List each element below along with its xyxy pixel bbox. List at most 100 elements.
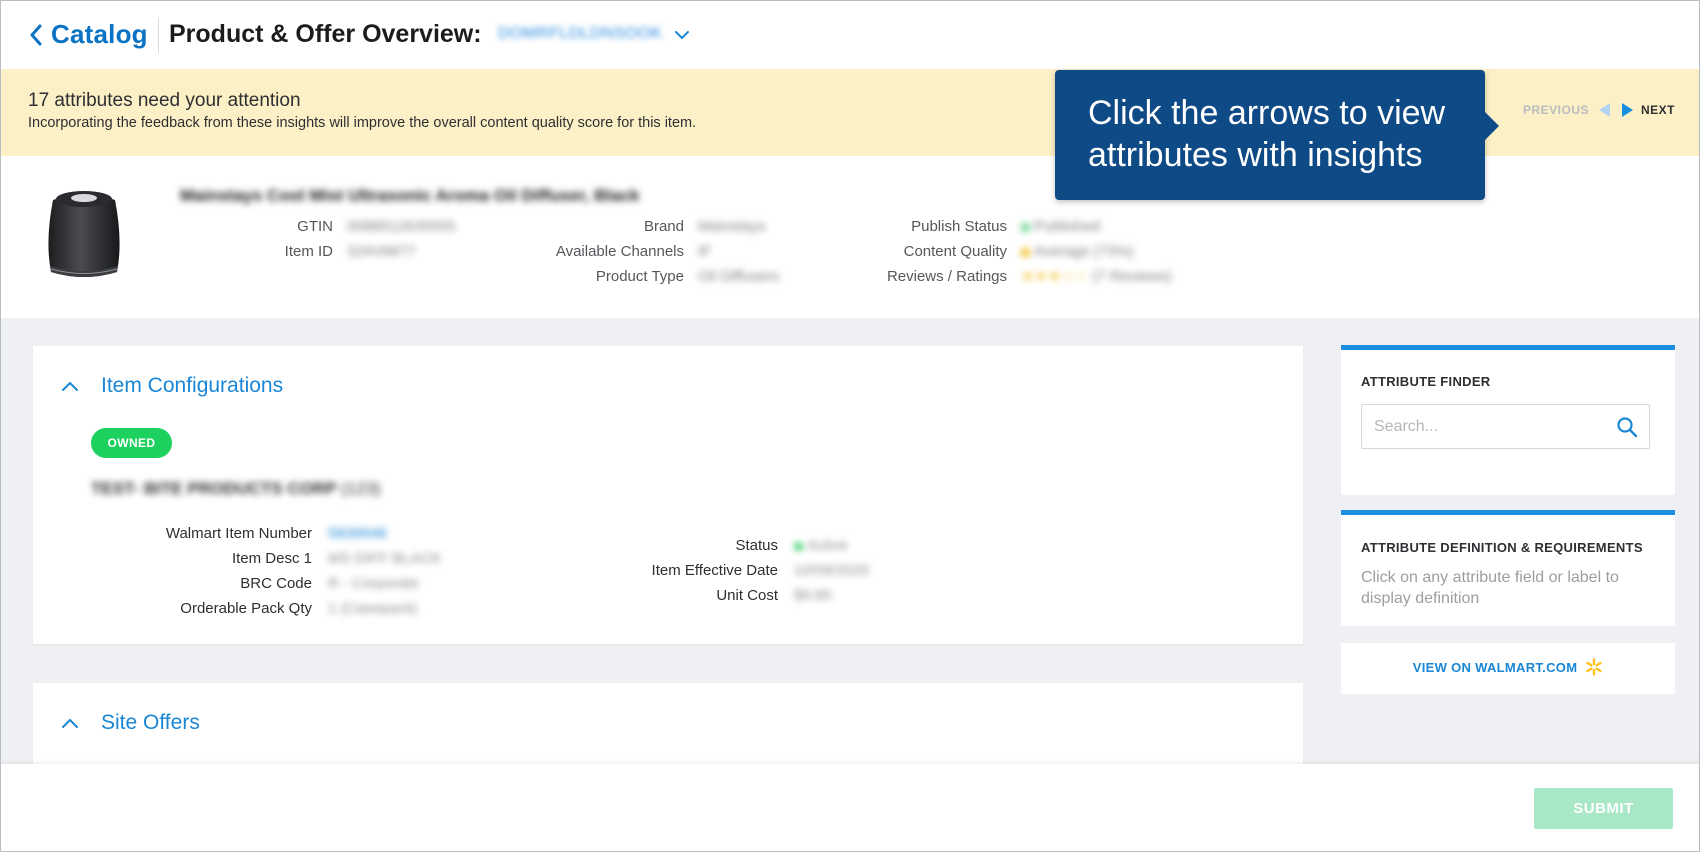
- chevron-left-icon: [30, 24, 42, 45]
- config-fields-left: Walmart Item Number 5839948 Item Desc 1 MS…: [93, 521, 442, 621]
- back-label: Catalog: [51, 19, 148, 49]
- effective-date-value: 10/09/2020: [794, 562, 870, 579]
- field-row: Orderable Pack Qty 1 (Casepack): [93, 596, 441, 621]
- next-label[interactable]: NEXT: [1641, 103, 1675, 117]
- field-row: Available Channels IF: [549, 239, 779, 264]
- product-image: [48, 191, 120, 277]
- active-dot-icon: [794, 541, 803, 551]
- brand-value: Mainstays: [698, 218, 766, 235]
- insights-subtitle: Incorporating the feedback from these in…: [28, 115, 697, 131]
- product-name: Mainstays Cool Mist Ultrasonic Aroma Oil…: [180, 186, 640, 205]
- search-icon[interactable]: [1616, 416, 1638, 438]
- field-row: GTIN 0088912635555: [251, 214, 455, 239]
- quality-dot-icon: [1021, 247, 1030, 257]
- publish-status-label: Publish Status: [911, 218, 1007, 235]
- status-dot-icon: [1021, 222, 1030, 232]
- field-row: Reviews / Ratings ★★★☆☆ (7 Reviews): [871, 264, 1172, 289]
- page-footer: SUBMIT: [1, 764, 1699, 851]
- chevron-up-icon: [62, 381, 78, 391]
- field-row: Product Type Oil Diffusers: [549, 264, 780, 289]
- channels-value: IF: [698, 243, 712, 260]
- walmart-item-number-label: Walmart Item Number: [165, 525, 312, 542]
- product-fields-col2: Brand Mainstays Available Channels IF Pr…: [549, 214, 780, 289]
- item-desc-label: Item Desc 1: [231, 550, 312, 567]
- content-quality-label: Content Quality: [903, 243, 1007, 260]
- owned-badge: OWNED: [91, 428, 172, 458]
- brc-code-label: BRC Code: [240, 575, 312, 592]
- walmart-item-number-link[interactable]: 5839948: [328, 521, 386, 546]
- unit-cost-label: Unit Cost: [716, 587, 778, 604]
- search-placeholder: Search...: [1374, 418, 1439, 435]
- item-configurations-title: Item Configurations: [101, 374, 284, 397]
- publish-status-text: Published: [1034, 218, 1100, 235]
- item-id-value: 324V6877: [347, 243, 416, 260]
- orderable-pack-label: Orderable Pack Qty: [180, 600, 312, 617]
- field-row: Unit Cost $9.85: [593, 583, 869, 608]
- field-row: Item Effective Date 10/09/2020: [593, 558, 870, 583]
- site-offers-title: Site Offers: [101, 711, 200, 734]
- field-row: Walmart Item Number 5839948: [93, 521, 441, 546]
- status-label: Status: [735, 537, 778, 554]
- item-selector-value[interactable]: DOMRFLDLDNSOOK: [498, 25, 662, 43]
- field-row: BRC Code R - Corporate: [93, 571, 441, 596]
- field-row: Status Active: [593, 533, 869, 558]
- channels-label: Available Channels: [555, 243, 684, 260]
- attribute-definition-panel: ATTRIBUTE DEFINITION & REQUIREMENTS Clic…: [1341, 510, 1675, 626]
- walmart-spark-icon: [1586, 658, 1602, 676]
- product-fields-col3: Publish Status Published Content Quality…: [871, 214, 1172, 289]
- product-type-value: Oil Diffusers: [698, 268, 780, 285]
- supplier-name: TEST- BITE PRODUCTS CORP (123): [91, 479, 381, 499]
- view-on-walmart-link[interactable]: VIEW ON WALMART.COM: [1341, 658, 1675, 676]
- reviews-ratings-value: ★★★☆☆ (7 Reviews): [1021, 264, 1172, 289]
- insight-navigation: PREVIOUS NEXT: [1523, 103, 1675, 117]
- supplier-id: (123): [341, 479, 381, 498]
- submit-button[interactable]: SUBMIT: [1534, 788, 1673, 829]
- reviews-count: (7 Reviews): [1092, 268, 1172, 285]
- previous-label[interactable]: PREVIOUS: [1523, 103, 1589, 117]
- status-text: Active: [807, 537, 848, 554]
- status-value: Active: [794, 533, 848, 558]
- gtin-value: 0088912635555: [347, 218, 456, 235]
- field-row: Brand Mainstays: [549, 214, 779, 239]
- product-fields-col1: GTIN 0088912635555 Item ID 324V6877: [251, 214, 456, 264]
- gtin-label: GTIN: [297, 218, 333, 235]
- attribute-definition-description: Click on any attribute field or label to…: [1361, 569, 1619, 607]
- tooltip-line-1: Click the arrows to view: [1088, 94, 1446, 132]
- attribute-definition-title: ATTRIBUTE DEFINITION & REQUIREMENTS: [1361, 540, 1643, 555]
- field-row: Publish Status Published: [871, 214, 1172, 239]
- field-row: Item Desc 1 MS DIFF BLACK: [93, 546, 441, 571]
- site-offers-toggle[interactable]: Site Offers: [61, 711, 200, 735]
- onboarding-tooltip: Click the arrows to view attributes with…: [1055, 70, 1499, 200]
- config-fields-right: Status Active Item Effective Date 10/09/20…: [593, 533, 870, 608]
- orderable-pack-value: 1 (Casepack): [328, 600, 418, 617]
- reviews-ratings-label: Reviews / Ratings: [886, 268, 1007, 285]
- item-configurations-toggle[interactable]: Item Configurations: [61, 374, 283, 398]
- tooltip-line-2: attributes with insights: [1088, 136, 1423, 174]
- chevron-up-icon: [62, 718, 78, 728]
- brc-code-value: R - Corporate: [328, 575, 419, 592]
- brand-label: Brand: [643, 218, 684, 235]
- attribute-search-input[interactable]: Search...: [1361, 404, 1650, 449]
- page-title: Product & Offer Overview:: [169, 20, 482, 48]
- attribute-finder-panel: ATTRIBUTE FINDER Search...: [1341, 345, 1675, 495]
- effective-date-label: Item Effective Date: [651, 562, 778, 579]
- view-on-walmart-label: VIEW ON WALMART.COM: [1412, 660, 1578, 675]
- star-rating-icon: ★★★☆☆: [1021, 268, 1089, 285]
- content-quality-value: Average (73%): [1021, 239, 1134, 264]
- unit-cost-value: $9.85: [794, 587, 832, 604]
- supplier-name-text: TEST- BITE PRODUCTS CORP: [91, 479, 337, 498]
- chevron-down-icon[interactable]: [674, 29, 690, 41]
- item-id-label: Item ID: [284, 243, 333, 260]
- attribute-finder-title: ATTRIBUTE FINDER: [1361, 374, 1491, 389]
- previous-arrow-icon[interactable]: [1598, 103, 1610, 117]
- view-on-walmart-panel: VIEW ON WALMART.COM: [1341, 643, 1675, 694]
- next-arrow-icon[interactable]: [1621, 103, 1633, 117]
- item-configurations-card: Item Configurations OWNED TEST- BITE PRO…: [33, 346, 1303, 644]
- field-row: Content Quality Average (73%): [871, 239, 1172, 264]
- product-type-label: Product Type: [595, 268, 684, 285]
- item-desc-value: MS DIFF BLACK: [328, 550, 442, 567]
- content-quality-text: Average (73%): [1034, 243, 1134, 260]
- page-header: Catalog Product & Offer Overview: DOMRFL…: [1, 1, 1699, 69]
- field-row: Item ID 324V6877: [251, 239, 455, 264]
- back-to-catalog-link[interactable]: Catalog: [29, 19, 148, 50]
